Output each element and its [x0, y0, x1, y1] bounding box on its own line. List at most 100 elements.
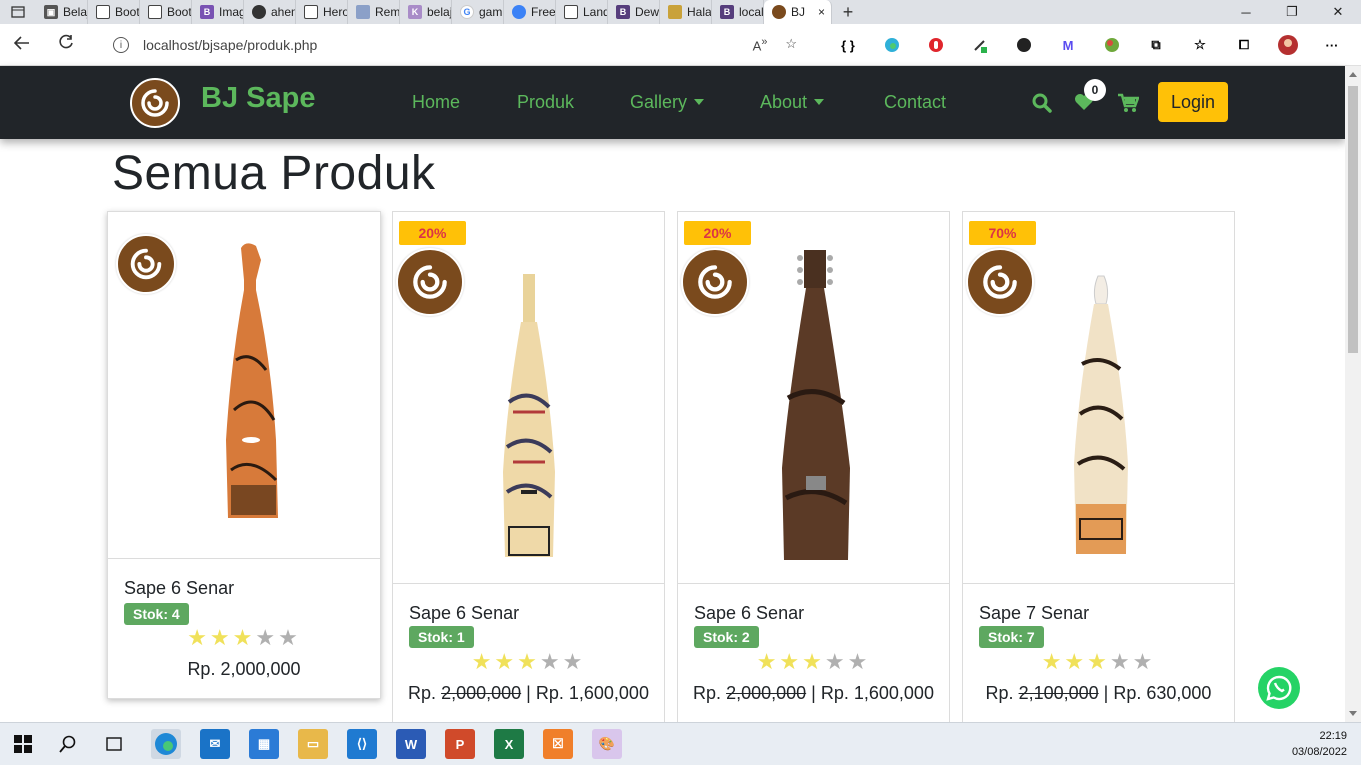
nav-produk[interactable]: Produk [517, 92, 574, 113]
product-name[interactable]: Sape 6 Senar [694, 603, 804, 624]
vd-extension-icon[interactable] [1002, 32, 1046, 58]
browser-tab[interactable]: Landin [556, 0, 608, 24]
product-image-area[interactable]: 70% [963, 212, 1234, 584]
new-tab-button[interactable]: + [832, 2, 864, 23]
whatsapp-button[interactable] [1258, 667, 1300, 709]
tab-actions-icon[interactable] [0, 0, 36, 24]
browser-tab[interactable]: Halam [660, 0, 712, 24]
browser-tab[interactable]: Bootstr [140, 0, 192, 24]
read-aloud-icon[interactable]: A» [753, 36, 768, 53]
powerpoint-taskbar-icon[interactable]: P [445, 729, 475, 759]
nav-home[interactable]: Home [412, 92, 460, 113]
store-taskbar-icon[interactable]: ▦ [249, 729, 279, 759]
tab-title: Bootstr [115, 5, 140, 19]
word-taskbar-icon[interactable]: W [396, 729, 426, 759]
rating-stars: ★★★★★ [1041, 649, 1156, 674]
product-card[interactable]: 70% Sape 7 Senar Stok: 7 ★★★★★ Rp. 2,100… [962, 211, 1235, 723]
favorites-icon[interactable]: ☆ [1178, 32, 1222, 58]
product-price: Rp. 2,000,000 | Rp. 1,600,000 [393, 683, 664, 704]
browser-tab[interactable]: Bootstr [88, 0, 140, 24]
xampp-taskbar-icon[interactable]: ☒ [543, 729, 573, 759]
product-image-area[interactable] [108, 212, 380, 559]
product-card[interactable]: Sape 6 Senar Stok: 4 ★★★★★ Rp. 2,000,000 [107, 211, 381, 699]
reload-icon[interactable] [44, 34, 88, 55]
nav-gallery[interactable]: Gallery [630, 92, 705, 113]
discount-badge: 20% [684, 221, 751, 245]
rating-stars: ★★★★★ [756, 649, 871, 674]
scroll-up-icon[interactable] [1349, 72, 1357, 77]
json-extension-icon[interactable]: { } [826, 32, 870, 58]
explorer-taskbar-icon[interactable]: ▭ [298, 729, 328, 759]
browser-tab[interactable]: Heroku [296, 0, 348, 24]
product-name[interactable]: Sape 6 Senar [409, 603, 519, 624]
site-info-icon[interactable]: i [113, 37, 129, 53]
tab-title: Bootstr [167, 5, 192, 19]
stock-badge: Stok: 2 [694, 626, 759, 648]
close-window-icon[interactable]: ✕ [1315, 0, 1361, 24]
task-view-icon[interactable] [99, 729, 129, 759]
github-icon [252, 5, 266, 19]
nav-contact[interactable]: Contact [884, 92, 946, 113]
nav-gallery-label: Gallery [630, 92, 688, 112]
browser-tab[interactable]: Ggamba [452, 0, 504, 24]
caret-down-icon [694, 99, 705, 105]
minimize-icon[interactable]: ─ [1223, 0, 1269, 24]
product-card[interactable]: 20% Sape 6 Senar Stok: 1 ★★★★★ Rp. 2,000… [392, 211, 665, 723]
edge-taskbar-icon[interactable] [151, 729, 181, 759]
site-brand[interactable]: BJ Sape [201, 82, 315, 115]
browser-tab-active[interactable]: BJ × [764, 0, 832, 24]
price-value: 1,600,000 [568, 683, 649, 703]
puzzle-extensions-icon[interactable]: ⧉ [1134, 32, 1178, 58]
product-card[interactable]: 20% Sape 6 Senar Stok: 2 ★★★★★ Rp. 2,000… [677, 211, 950, 723]
search-icon[interactable] [1032, 93, 1052, 118]
browser-tab[interactable]: ▣ Belajar [36, 0, 88, 24]
more-menu-icon[interactable]: ··· [1310, 32, 1354, 58]
scrollbar-thumb[interactable] [1348, 86, 1358, 353]
old-price: 2,100,000 [1018, 683, 1099, 703]
excel-taskbar-icon[interactable]: X [494, 729, 524, 759]
browser-tab[interactable]: Blocalhc [712, 0, 764, 24]
globe-extension-icon[interactable] [1090, 32, 1134, 58]
login-button[interactable]: Login [1158, 82, 1228, 122]
edge-extension-icon[interactable] [870, 32, 914, 58]
collections-icon[interactable]: ⧠ [1222, 32, 1266, 58]
product-name[interactable]: Sape 6 Senar [124, 578, 234, 599]
restore-icon[interactable]: ❐ [1269, 0, 1315, 24]
scroll-down-icon[interactable] [1349, 711, 1357, 716]
paint-taskbar-icon[interactable]: 🎨 [592, 729, 622, 759]
taskbar-clock[interactable]: 22:19 03/08/2022 [1292, 728, 1347, 760]
colorpicker-extension-icon[interactable] [958, 32, 1002, 58]
cart-icon[interactable] [1117, 93, 1140, 118]
site-logo[interactable] [130, 78, 180, 128]
address-bar[interactable]: i localhost/bjsape/produk.php A» ☆ [95, 30, 815, 60]
page-scrollbar[interactable] [1345, 66, 1361, 722]
product-price: Rp. 2,100,000 | Rp. 630,000 [963, 683, 1234, 704]
remote-icon [356, 5, 370, 19]
product-image-area[interactable]: 20% [393, 212, 664, 584]
browser-tab[interactable]: Remot [348, 0, 400, 24]
vscode-taskbar-icon[interactable]: ⟨⟩ [347, 729, 377, 759]
close-tab-icon[interactable]: × [818, 5, 825, 19]
m-extension-icon[interactable]: M [1046, 32, 1090, 58]
product-name[interactable]: Sape 7 Senar [979, 603, 1089, 624]
browser-tab[interactable]: B Dewi E [608, 0, 660, 24]
profile-avatar[interactable] [1266, 32, 1310, 58]
price-prefix: Rp. [985, 683, 1014, 703]
browser-tab[interactable]: aheme [244, 0, 296, 24]
mail-taskbar-icon[interactable]: ✉ [200, 729, 230, 759]
product-image-area[interactable]: 20% [678, 212, 949, 584]
browser-tab[interactable]: Free Pl [504, 0, 556, 24]
search-icon[interactable] [53, 729, 83, 759]
tab-title: Halam [687, 5, 712, 19]
back-arrow-icon[interactable] [0, 34, 44, 55]
windows-start-icon[interactable] [8, 729, 38, 759]
adblock-extension-icon[interactable] [914, 32, 958, 58]
nav-about[interactable]: About [760, 92, 825, 113]
add-favorite-icon[interactable]: ☆ [785, 36, 797, 53]
browser-tab[interactable]: B Images [192, 0, 244, 24]
url-text: localhost/bjsape/produk.php [143, 37, 318, 53]
product-price: Rp. 2,000,000 [108, 659, 380, 680]
price-separator: | Rp. [526, 683, 564, 703]
tab-title: Belajar [63, 5, 88, 19]
browser-tab[interactable]: Kbelajar [400, 0, 452, 24]
